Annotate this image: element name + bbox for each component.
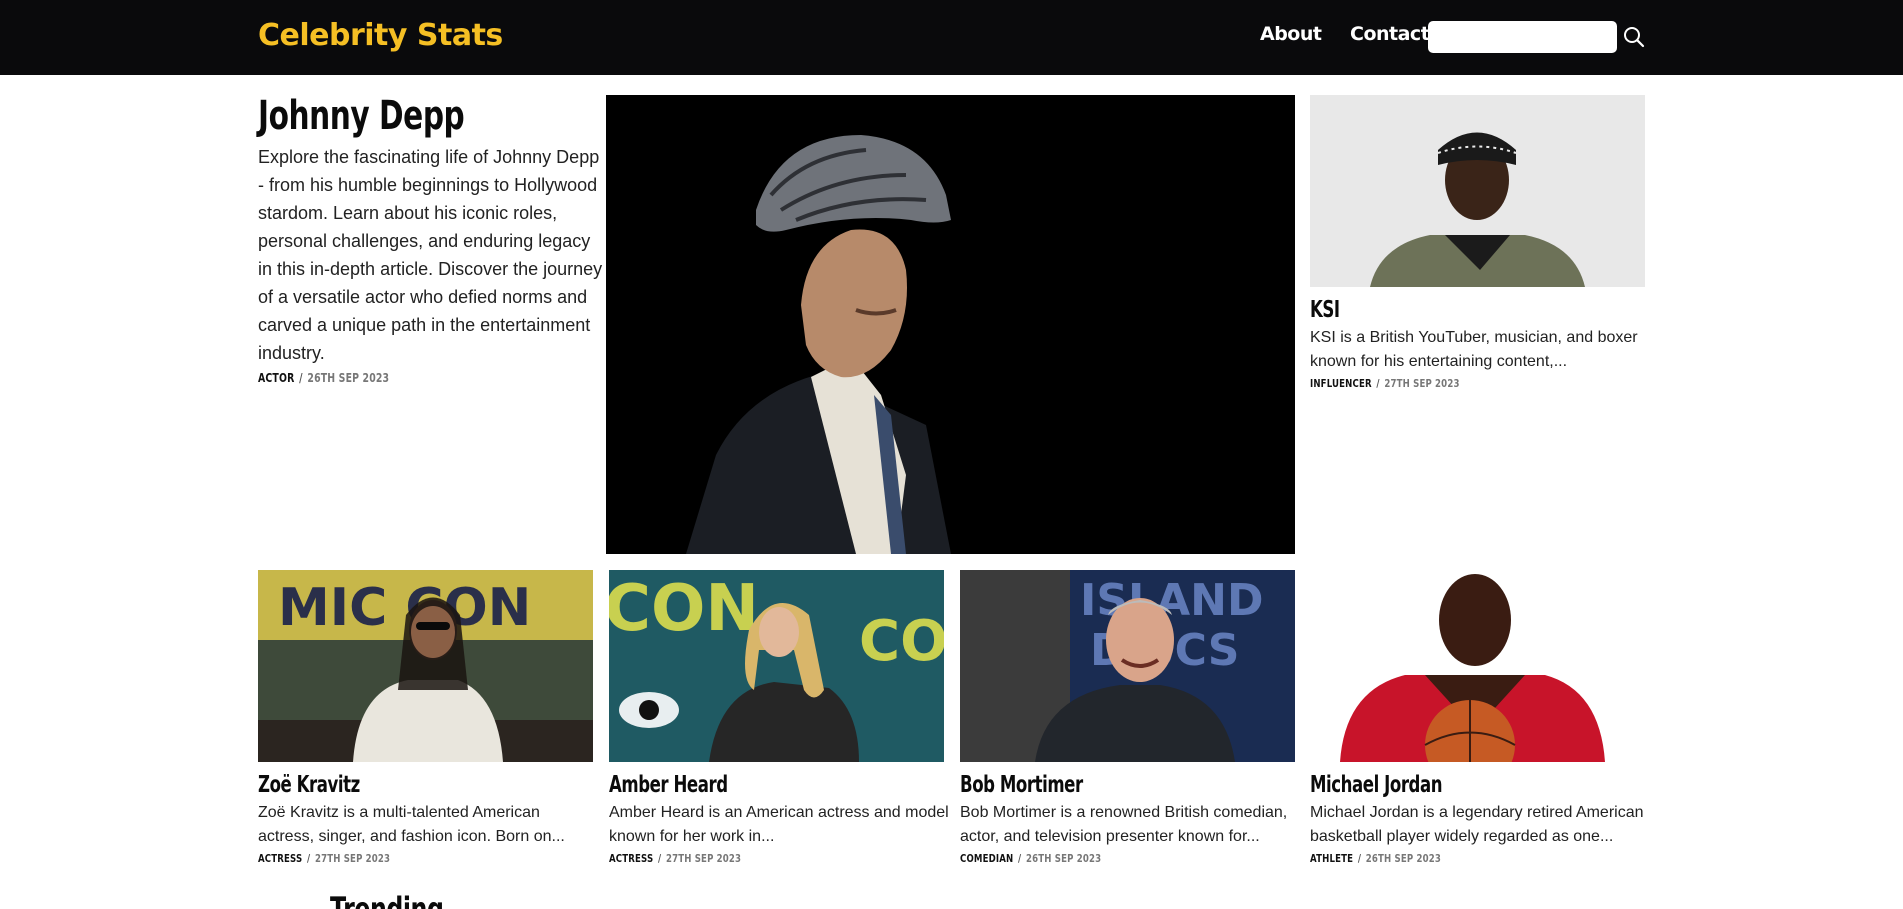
card-title[interactable]: KSI	[1310, 297, 1340, 323]
svg-text:CON: CON	[609, 572, 759, 646]
featured-description: Explore the fascinating life of Johnny D…	[258, 147, 603, 363]
card-image-zoe-kravitz[interactable]: MIC CON	[258, 570, 593, 762]
card-excerpt: Bob Mortimer is a renowned British comed…	[960, 804, 1288, 845]
card-date: 26TH SEP 2023	[1365, 852, 1441, 865]
card-excerpt: Michael Jordan is a legendary retired Am…	[1310, 804, 1644, 845]
card-date: 27TH SEP 2023	[665, 852, 742, 865]
meta-separator: /	[307, 852, 311, 865]
card-category[interactable]: ACTRESS	[258, 852, 302, 865]
featured-meta: ACTOR / 26TH SEP 2023	[258, 371, 389, 385]
card-date: 27TH SEP 2023	[314, 852, 391, 865]
card-excerpt: Amber Heard is an American actress and m…	[609, 804, 949, 845]
search-icon[interactable]	[1622, 25, 1646, 49]
card-date: 26TH SEP 2023	[1026, 852, 1102, 865]
svg-text:ISLAND: ISLAND	[1080, 575, 1264, 626]
card-excerpt: Zoë Kravitz is a multi-talented American…	[258, 804, 565, 845]
card-title[interactable]: Bob Mortimer	[960, 772, 1083, 798]
card-category[interactable]: ACTRESS	[609, 852, 653, 865]
card-image-ksi[interactable]	[1310, 95, 1645, 287]
featured-category[interactable]: ACTOR	[258, 371, 294, 385]
search-input[interactable]	[1428, 21, 1617, 53]
card-category[interactable]: COMEDIAN	[960, 852, 1013, 865]
card-category[interactable]: INFLUENCER	[1310, 377, 1372, 390]
nav-link-contact[interactable]: Contact	[1350, 23, 1430, 45]
card-image-bob-mortimer[interactable]: ISLAND DISCS	[960, 570, 1295, 762]
card-image-michael-jordan[interactable]	[1310, 570, 1645, 762]
featured-image[interactable]	[606, 95, 1295, 554]
featured-date: 26TH SEP 2023	[307, 371, 390, 385]
card-image-amber-heard[interactable]: CON CO	[609, 570, 944, 762]
card-meta: ACTRESS /27TH SEP 2023	[609, 852, 741, 865]
nav-link-about[interactable]: About	[1260, 23, 1322, 45]
meta-separator: /	[1376, 377, 1380, 390]
card-title[interactable]: Amber Heard	[609, 772, 728, 798]
meta-separator: /	[299, 371, 303, 385]
meta-separator: /	[1018, 852, 1022, 865]
featured-title[interactable]: Johnny Depp	[258, 93, 465, 139]
meta-separator: /	[658, 852, 662, 865]
card-date: 27TH SEP 2023	[1384, 377, 1460, 390]
card-title[interactable]: Michael Jordan	[1310, 772, 1443, 798]
card-excerpt: KSI is a British YouTuber, musician, and…	[1310, 329, 1638, 370]
card-meta: COMEDIAN / 26TH SEP 2023	[960, 852, 1101, 865]
top-navigation-bar: Celebrity Stats About Contact	[0, 0, 1903, 75]
card-title[interactable]: Zoë Kravitz	[258, 772, 360, 798]
card-meta: ATHLETE /26TH SEP 2023	[1310, 852, 1441, 865]
svg-text:CO: CO	[859, 609, 944, 674]
trending-heading: Trending	[330, 890, 444, 909]
card-category[interactable]: ATHLETE	[1310, 852, 1353, 865]
card-meta: INFLUENCER / 27TH SEP 2023	[1310, 377, 1460, 390]
card-meta: ACTRESS /27TH SEP 2023	[258, 852, 390, 865]
site-logo[interactable]: Celebrity Stats	[258, 18, 503, 53]
meta-separator: /	[1357, 852, 1362, 865]
